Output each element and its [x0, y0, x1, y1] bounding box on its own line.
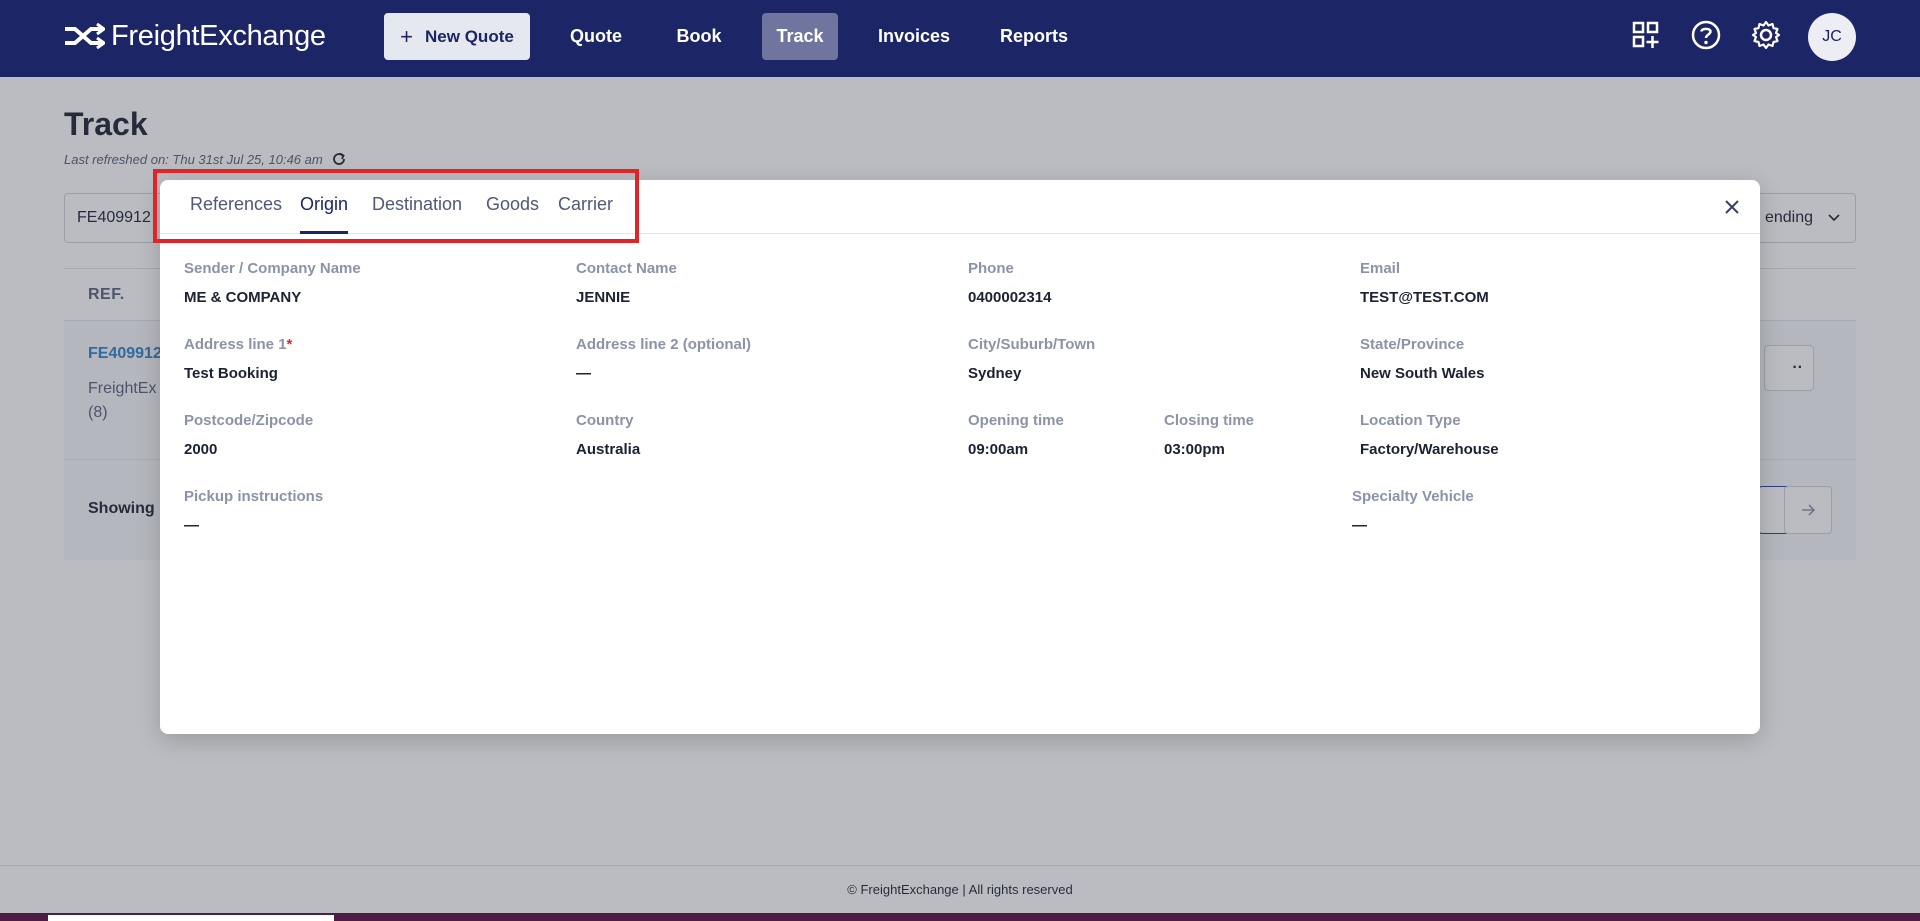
user-avatar[interactable]: JC — [1808, 13, 1856, 61]
field-label: Address line 1* — [184, 336, 292, 353]
field-address-line-2: Address line 2 (optional) — — [576, 336, 751, 382]
apps-add-icon[interactable] — [1629, 18, 1663, 52]
field-state: State/Province New South Wales — [1360, 336, 1484, 382]
field-value: ME & COMPANY — [184, 289, 302, 306]
field-label: Phone — [968, 260, 1014, 277]
field-value: — — [1352, 517, 1367, 534]
field-label: Pickup instructions — [184, 488, 324, 505]
field-value: — — [184, 517, 199, 534]
field-label: Address line 2 (optional) — [576, 336, 752, 353]
required-mark: * — [286, 336, 293, 353]
field-country: Country Australia — [576, 412, 640, 458]
nav-book[interactable]: Book — [658, 13, 740, 60]
field-label: Closing time — [1164, 412, 1255, 429]
field-address-line-1: Address line 1* Test Booking — [184, 336, 292, 382]
field-city: City/Suburb/Town Sydney — [968, 336, 1095, 382]
field-value: Australia — [576, 441, 641, 458]
field-value: Sydney — [968, 365, 1022, 382]
help-icon[interactable] — [1689, 18, 1723, 52]
field-opening-time: Opening time 09:00am — [968, 412, 1064, 458]
field-label: Opening time — [968, 412, 1064, 429]
field-value: New South Wales — [1360, 365, 1485, 382]
field-label: Location Type — [1360, 412, 1461, 429]
field-closing-time: Closing time 03:00pm — [1164, 412, 1254, 458]
field-label: Specialty Vehicle — [1352, 488, 1474, 505]
field-value: JENNIE — [576, 289, 631, 306]
field-value: — — [576, 365, 591, 382]
field-value: 09:00am — [968, 441, 1029, 458]
shipment-details-modal: References Origin Destination Goods Carr… — [160, 180, 1760, 734]
new-quote-label: New Quote — [425, 26, 514, 46]
field-label: Postcode/Zipcode — [184, 412, 314, 429]
field-postcode: Postcode/Zipcode 2000 — [184, 412, 313, 458]
field-label: Sender / Company Name — [184, 260, 361, 277]
taskbar-active-window — [48, 915, 334, 921]
field-value: 2000 — [184, 441, 218, 458]
brand-name: FreightExchange — [111, 19, 326, 52]
top-navbar: FreightExchange + New Quote Quote Book T… — [0, 0, 1920, 77]
field-specialty-vehicle: Specialty Vehicle — — [1352, 488, 1474, 534]
field-label: State/Province — [1360, 336, 1465, 353]
field-contact: Contact Name JENNIE — [576, 260, 677, 306]
field-email: Email TEST@TEST.COM — [1360, 260, 1489, 306]
field-phone: Phone 0400002314 — [968, 260, 1051, 306]
field-location-type: Location Type Factory/Warehouse — [1360, 412, 1499, 458]
plus-icon: + — [400, 23, 414, 49]
nav-quote[interactable]: Quote — [554, 13, 638, 60]
nav-reports[interactable]: Reports — [988, 13, 1080, 60]
field-value: Factory/Warehouse — [1360, 441, 1499, 458]
nav-track[interactable]: Track — [762, 13, 838, 60]
field-label: Contact Name — [576, 260, 677, 277]
nav-invoices[interactable]: Invoices — [866, 13, 962, 60]
field-label: City/Suburb/Town — [968, 336, 1096, 353]
field-label: Email — [1360, 260, 1401, 277]
field-value: Test Booking — [184, 365, 278, 382]
close-icon[interactable] — [1721, 196, 1743, 218]
logo-mark-icon — [65, 22, 105, 50]
field-label-text: Address line 1 — [184, 336, 287, 353]
brand-logo[interactable]: FreightExchange — [63, 18, 326, 54]
new-quote-button[interactable]: + New Quote — [384, 13, 530, 60]
field-value: TEST@TEST.COM — [1360, 289, 1489, 306]
gear-icon[interactable] — [1749, 18, 1783, 52]
field-value: 03:00pm — [1164, 441, 1225, 458]
field-value: 0400002314 — [968, 289, 1052, 306]
field-label: Country — [576, 412, 634, 429]
field-pickup-instructions: Pickup instructions — — [184, 488, 323, 534]
field-sender: Sender / Company Name ME & COMPANY — [184, 260, 361, 306]
tab-highlight-box — [153, 169, 639, 243]
